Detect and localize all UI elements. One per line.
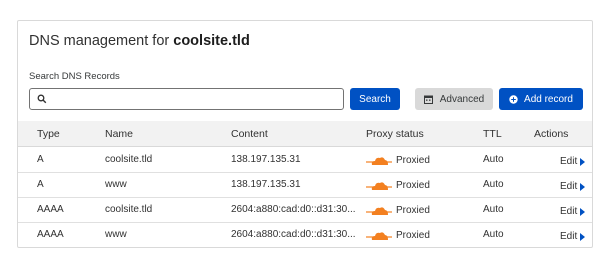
column-header-ttl[interactable]: TTL [483,128,502,140]
proxy-status: Proxied [366,229,430,241]
proxy-status-label: Proxied [396,229,430,241]
caret-right-icon [580,207,586,216]
edit-label: Edit [560,156,578,167]
proxy-status: Proxied [366,154,430,166]
caret-right-icon [580,232,586,241]
edit-label: Edit [560,181,578,192]
page-title: DNS management for coolsite.tld [29,33,250,49]
record-name: www [105,179,127,190]
table-header: Type Name Content Proxy status TTL Actio… [18,121,592,147]
caret-right-icon [580,182,586,191]
advanced-button[interactable]: Advanced [415,88,493,110]
page-title-domain: coolsite.tld [173,33,250,49]
search-icon [33,94,51,104]
search-label: Search DNS Records [29,71,120,82]
record-ttl: Auto [483,204,504,215]
table-row[interactable]: AAAA www 2604:a880:cad:d0::d31:30... Pro… [18,223,592,248]
plus-circle-icon [509,94,518,104]
table-row[interactable]: A www 138.197.135.31 Proxied Auto Edit [18,173,592,198]
search-field[interactable] [29,88,344,110]
record-ttl: Auto [483,154,504,165]
record-content: 138.197.135.31 [231,154,301,165]
record-content: 2604:a880:cad:d0::d31:30... [231,204,356,215]
proxy-status: Proxied [366,204,430,216]
record-type: AAAA [37,229,64,240]
column-header-name[interactable]: Name [105,128,133,140]
dns-management-card: DNS management for coolsite.tld Search D… [17,20,593,248]
column-header-proxy-status[interactable]: Proxy status [366,128,424,140]
edit-record-link[interactable]: Edit [560,181,586,192]
edit-label: Edit [560,231,578,242]
record-ttl: Auto [483,229,504,240]
proxy-status: Proxied [366,179,430,191]
search-button[interactable]: Search [350,88,400,110]
edit-record-link[interactable]: Edit [560,206,586,217]
edit-record-link[interactable]: Edit [560,231,586,242]
record-type: A [37,154,44,165]
proxy-status-label: Proxied [396,204,430,216]
proxied-cloud-icon [366,229,392,241]
edit-label: Edit [560,206,578,217]
proxied-cloud-icon [366,204,392,216]
table-row[interactable]: A coolsite.tld 138.197.135.31 Proxied Au… [18,148,592,173]
column-header-actions: Actions [534,128,569,140]
add-record-button[interactable]: Add record [499,88,583,110]
edit-record-link[interactable]: Edit [560,156,586,167]
record-type: A [37,179,44,190]
caret-right-icon [580,157,586,166]
record-content: 138.197.135.31 [231,179,301,190]
proxied-cloud-icon [366,179,392,191]
calendar-icon [423,95,433,104]
column-header-content[interactable]: Content [231,128,268,140]
table-row[interactable]: AAAA coolsite.tld 2604:a880:cad:d0::d31:… [18,198,592,223]
record-type: AAAA [37,204,64,215]
advanced-button-label: Advanced [439,93,485,105]
proxy-status-label: Proxied [396,179,430,191]
search-button-label: Search [359,93,391,105]
page-title-prefix: DNS management for [29,33,174,49]
add-record-button-label: Add record [524,93,573,105]
record-ttl: Auto [483,179,504,190]
record-name: www [105,229,127,240]
column-header-type[interactable]: Type [37,128,60,140]
record-name: coolsite.tld [105,154,153,165]
proxied-cloud-icon [366,154,392,166]
record-name: coolsite.tld [105,204,153,215]
record-content: 2604:a880:cad:d0::d31:30... [231,229,356,240]
search-input[interactable] [51,90,343,108]
proxy-status-label: Proxied [396,154,430,166]
